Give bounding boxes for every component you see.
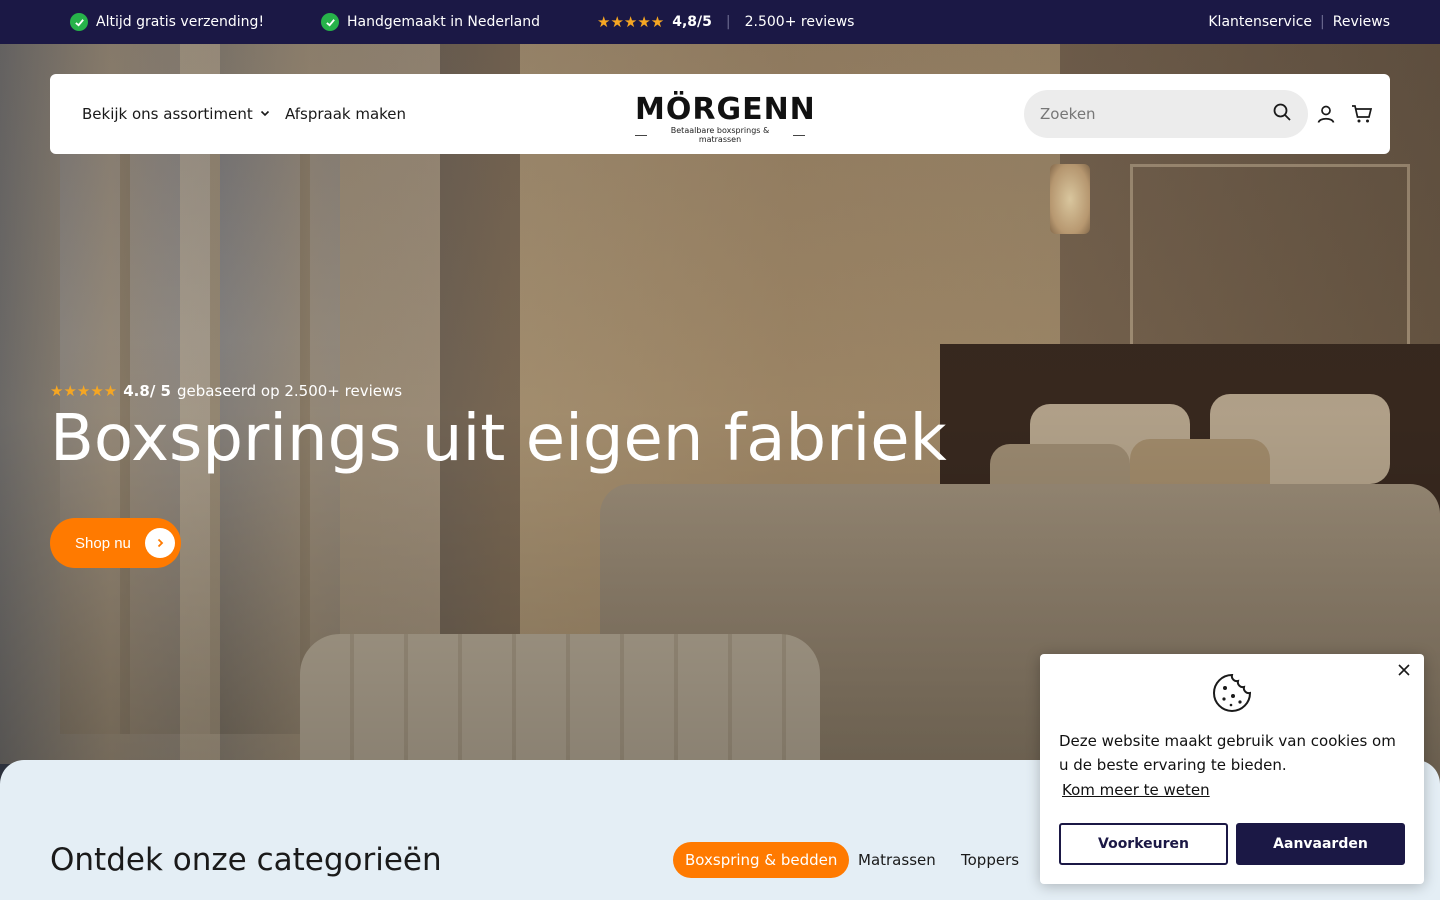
close-icon[interactable] xyxy=(1396,662,1412,678)
chevron-right-icon xyxy=(144,528,175,558)
divider: | xyxy=(725,14,731,30)
cart-icon[interactable] xyxy=(1350,102,1374,126)
cookie-preferences-button[interactable]: Voorkeuren xyxy=(1059,823,1228,865)
divider: | xyxy=(1320,14,1325,30)
search-box[interactable] xyxy=(1024,90,1308,138)
cookie-learn-more-link[interactable]: Kom meer te weten xyxy=(1062,781,1210,799)
tab-boxspring[interactable]: Boxspring & bedden xyxy=(673,842,850,878)
site-header: Bekijk ons assortiment Afspraak maken MÖ… xyxy=(50,74,1390,154)
star-rating-icon: ★★★★★ xyxy=(50,382,118,400)
nav-assortment[interactable]: Bekijk ons assortiment xyxy=(82,74,271,154)
nav-assortment-label: Bekijk ons assortiment xyxy=(82,105,253,123)
customer-service-link[interactable]: Klantenservice xyxy=(1208,14,1312,30)
check-icon xyxy=(70,13,88,31)
star-rating-icon: ★★★★★ xyxy=(597,13,665,31)
hero-rating: ★★★★★ 4.8/ 5 gebaseerd op 2.500+ reviews xyxy=(50,382,402,400)
hero-rating-text: gebaseerd op 2.500+ reviews xyxy=(176,382,403,400)
check-icon xyxy=(321,13,339,31)
usp-label: Handgemaakt in Nederland xyxy=(347,14,540,30)
logo-mark: MÖRGENN xyxy=(635,92,816,127)
reviews-link[interactable]: Reviews xyxy=(1333,14,1390,30)
logo-tagline: Betaalbare boxsprings & matrassen xyxy=(635,126,805,144)
review-count: 2.500+ reviews xyxy=(744,14,855,30)
search-icon[interactable] xyxy=(1272,102,1292,126)
hero-title: Boxsprings uit eigen fabriek xyxy=(50,402,947,476)
cookie-accept-button[interactable]: Aanvaarden xyxy=(1236,823,1405,865)
rating-value: 4,8/5 xyxy=(672,14,712,30)
cookie-message: Deze website maakt gebruik van cookies o… xyxy=(1059,732,1396,774)
hero-rating-value: 4.8/ 5 xyxy=(123,382,171,400)
cookie-icon xyxy=(1211,672,1253,714)
tab-toppers[interactable]: Toppers xyxy=(949,842,1031,878)
tab-matrassen[interactable]: Matrassen xyxy=(846,842,948,878)
site-logo[interactable]: MÖRGENN Betaalbare boxsprings & matrasse… xyxy=(635,92,816,144)
top-links: Klantenservice | Reviews xyxy=(1208,0,1390,44)
categories-heading: Ontdek onze categorieën xyxy=(50,842,442,878)
announcement-bar: Altijd gratis verzending! Handgemaakt in… xyxy=(0,0,1440,44)
search-input[interactable] xyxy=(1040,105,1272,123)
usp-label: Altijd gratis verzending! xyxy=(96,14,265,30)
chevron-down-icon xyxy=(259,105,271,123)
nav-appointment[interactable]: Afspraak maken xyxy=(285,74,406,154)
topbar-rating[interactable]: ★★★★★ 4,8/5 | 2.500+ reviews xyxy=(597,0,854,44)
shop-now-button[interactable]: Shop nu xyxy=(50,518,181,568)
usp-free-shipping: Altijd gratis verzending! xyxy=(70,0,264,44)
cookie-banner: Deze website maakt gebruik van cookies o… xyxy=(1040,654,1424,884)
usp-handmade: Handgemaakt in Nederland xyxy=(321,0,540,44)
shop-now-label: Shop nu xyxy=(75,534,131,552)
nav-appointment-label: Afspraak maken xyxy=(285,105,407,123)
account-icon[interactable] xyxy=(1314,102,1338,126)
